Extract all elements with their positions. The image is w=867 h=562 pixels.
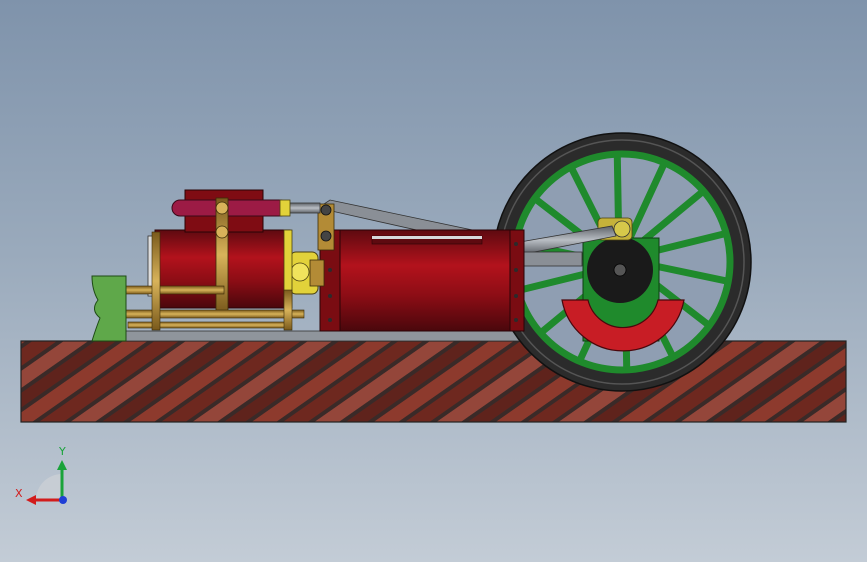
y-axis-label: Y [58,445,66,458]
coordinate-triad[interactable]: Y X [15,445,67,505]
cylinder-bolt [514,268,518,272]
3d-model-viewport[interactable]: Y X [0,0,867,562]
end-bracket [91,275,127,342]
x-axis-label: X [15,487,23,500]
bed-plate [117,330,527,342]
valve-chest [289,251,325,295]
z-axis-dot [59,496,67,504]
cylinder-bolt [514,318,518,322]
cylinder-bolt [514,294,518,298]
cylinder-bolt [328,294,332,298]
brick-base [20,340,847,423]
cylinder-bolt [328,318,332,322]
cylinder-bolt [328,268,332,272]
cylinder-bolt [514,242,518,246]
main-cylinder [319,229,525,332]
y-axis-arrowhead [57,460,67,470]
x-axis-arrowhead [26,495,36,505]
model-canvas[interactable]: Y X [0,0,867,562]
triad-plane [36,474,62,500]
